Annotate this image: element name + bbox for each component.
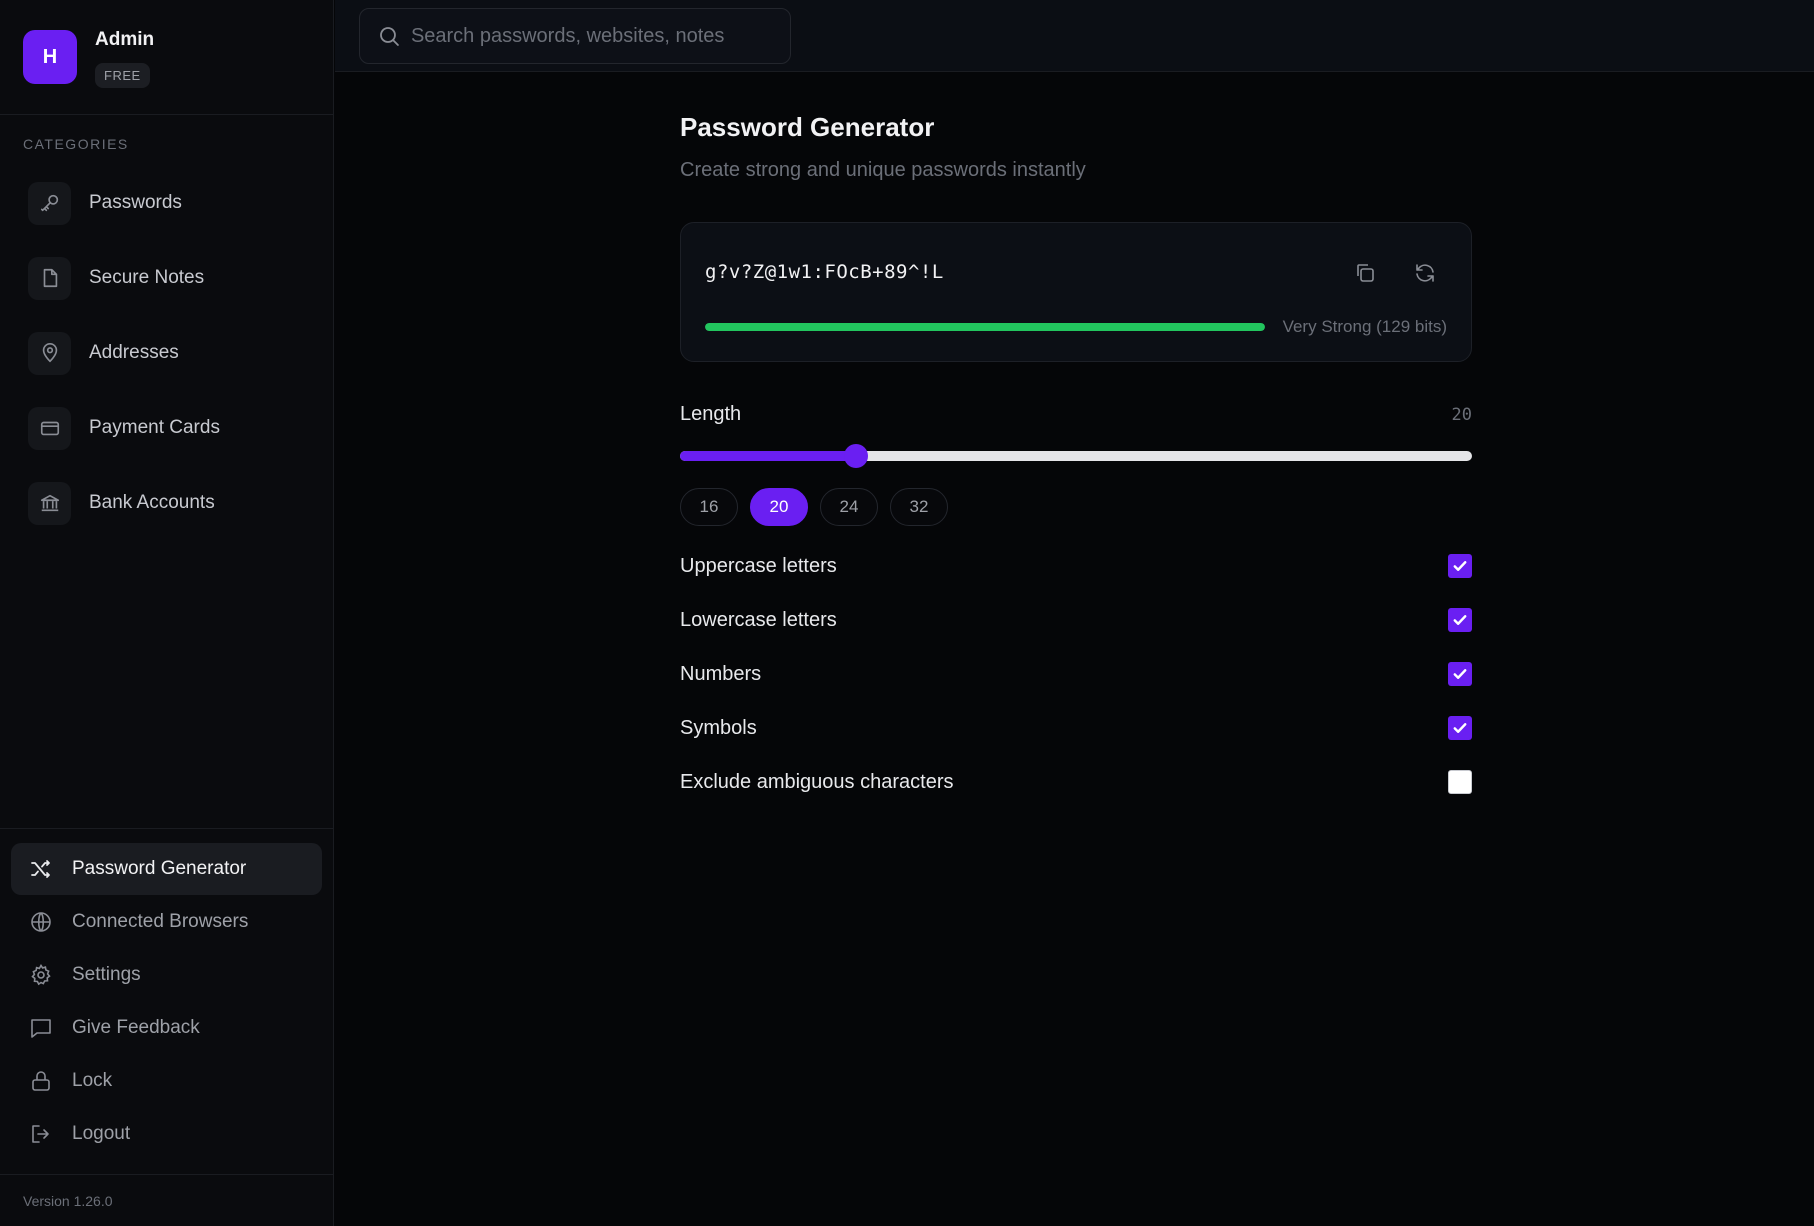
strength-meter-fill xyxy=(705,323,1265,331)
length-presets: 16 20 24 32 xyxy=(680,488,960,526)
sidebar-item-label: Bank Accounts xyxy=(89,492,215,513)
sidebar-item-label: Addresses xyxy=(89,342,179,363)
option-lowercase: Lowercase letters xyxy=(680,605,1472,635)
option-label: Symbols xyxy=(680,716,757,739)
check-icon xyxy=(1453,615,1467,625)
plan-badge: FREE xyxy=(95,63,150,88)
sidebar-item-addresses[interactable]: Addresses xyxy=(28,328,179,378)
preset-32-button[interactable]: 32 xyxy=(890,488,948,526)
categories-heading: CATEGORIES xyxy=(23,136,129,152)
length-value: 20 xyxy=(1451,405,1472,425)
regenerate-button[interactable] xyxy=(1409,257,1441,289)
gear-icon xyxy=(28,962,54,988)
sidebar-item-logout[interactable]: Logout xyxy=(11,1108,322,1160)
sidebar-item-connected-browsers[interactable]: Connected Browsers xyxy=(11,896,322,948)
option-exclude-ambiguous: Exclude ambiguous characters xyxy=(680,767,1472,797)
nav-label: Connected Browsers xyxy=(72,911,249,932)
note-icon xyxy=(28,256,71,300)
profile-name: Admin xyxy=(95,29,155,50)
nav-label: Lock xyxy=(72,1070,113,1091)
sidebar-item-give-feedback[interactable]: Give Feedback xyxy=(11,1002,322,1054)
map-pin-icon xyxy=(28,331,71,375)
copy-icon xyxy=(1357,264,1374,282)
length-slider[interactable] xyxy=(680,444,1472,468)
lowercase-checkbox[interactable] xyxy=(1448,608,1472,632)
sidebar-item-label: Payment Cards xyxy=(89,417,220,438)
preset-20-button[interactable]: 20 xyxy=(750,488,808,526)
option-symbols: Symbols xyxy=(680,713,1472,743)
sidebar-item-passwords[interactable]: Passwords xyxy=(28,178,182,228)
logout-icon xyxy=(28,1121,54,1147)
sidebar-item-secure-notes[interactable]: Secure Notes xyxy=(28,253,204,303)
check-icon xyxy=(1453,561,1467,571)
sidebar-item-lock[interactable]: Lock xyxy=(11,1055,322,1107)
password-card: g?v?Z@1w1:FOcB+89^!L Very Strong (129 bi… xyxy=(680,222,1472,362)
nav-label: Logout xyxy=(72,1123,131,1144)
symbols-checkbox[interactable] xyxy=(1448,716,1472,740)
profile[interactable]: H Admin FREE xyxy=(23,30,154,88)
shuffle-icon xyxy=(28,856,54,882)
page-subtitle: Create strong and unique passwords insta… xyxy=(680,159,1086,181)
search-box[interactable] xyxy=(359,8,791,64)
option-uppercase: Uppercase letters xyxy=(680,551,1472,581)
slider-thumb[interactable] xyxy=(843,444,868,468)
divider xyxy=(0,114,334,115)
search-input[interactable] xyxy=(410,24,790,48)
lock-icon xyxy=(28,1068,54,1094)
exclude-ambiguous-checkbox[interactable] xyxy=(1448,770,1472,794)
option-label: Uppercase letters xyxy=(680,554,837,577)
sidebar-item-payment-cards[interactable]: Payment Cards xyxy=(28,403,220,453)
divider xyxy=(0,1174,334,1175)
divider xyxy=(0,828,334,829)
option-label: Numbers xyxy=(680,662,762,685)
option-numbers: Numbers xyxy=(680,659,1472,689)
sidebar-item-bank-accounts[interactable]: Bank Accounts xyxy=(28,478,215,528)
length-label: Length xyxy=(680,403,742,425)
copy-button[interactable] xyxy=(1349,257,1381,289)
topbar xyxy=(335,0,1814,72)
generated-password[interactable]: g?v?Z@1w1:FOcB+89^!L xyxy=(705,261,944,283)
preset-16-button[interactable]: 16 xyxy=(680,488,738,526)
nav-label: Give Feedback xyxy=(72,1017,200,1038)
strength-meter xyxy=(705,323,1265,331)
refresh-icon xyxy=(1416,264,1434,282)
sidebar-item-password-generator[interactable]: Password Generator xyxy=(11,843,322,895)
uppercase-checkbox[interactable] xyxy=(1448,554,1472,578)
nav-label: Settings xyxy=(72,964,141,985)
password-generator-panel: Password Generator Create strong and uni… xyxy=(680,112,1472,362)
version-label: Version 1.26.0 xyxy=(23,1193,113,1209)
option-label: Exclude ambiguous characters xyxy=(680,770,954,793)
message-icon xyxy=(28,1015,54,1041)
strength-label: Very Strong (129 bits) xyxy=(1282,317,1447,336)
nav-label: Password Generator xyxy=(72,858,247,879)
credit-card-icon xyxy=(28,406,71,450)
sidebar-item-label: Secure Notes xyxy=(89,267,205,288)
check-icon xyxy=(1453,669,1467,679)
bank-icon xyxy=(28,481,71,525)
avatar[interactable]: H xyxy=(23,30,77,84)
search-icon xyxy=(380,27,399,46)
preset-24-button[interactable]: 24 xyxy=(820,488,878,526)
numbers-checkbox[interactable] xyxy=(1448,662,1472,686)
page-title: Password Generator xyxy=(680,112,935,142)
option-label: Lowercase letters xyxy=(680,608,837,631)
key-icon xyxy=(28,181,71,225)
sidebar: H Admin FREE CATEGORIES Passwords Secure… xyxy=(0,0,334,1226)
check-icon xyxy=(1453,723,1467,733)
slider-fill xyxy=(680,451,856,461)
sidebar-item-label: Passwords xyxy=(89,192,182,213)
globe-icon xyxy=(28,909,54,935)
sidebar-item-settings[interactable]: Settings xyxy=(11,949,322,1001)
